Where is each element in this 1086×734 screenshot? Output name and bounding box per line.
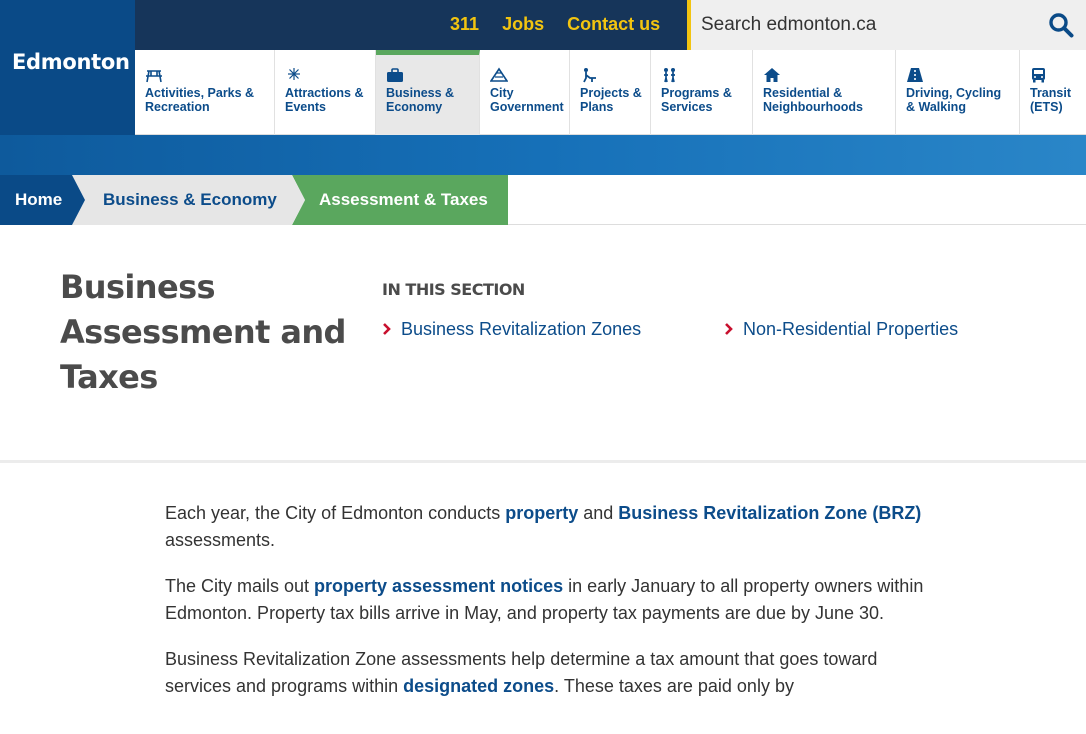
nav-label-line1: City [490,86,514,100]
nav-label-line2: Recreation [145,100,210,114]
picnic-table-icon [146,70,162,83]
link-brz[interactable]: Business Revitalization Zone (BRZ) [618,503,921,523]
nav-driving-cycling-walking[interactable]: Driving, Cycling & Walking [896,50,1020,135]
nav-residential-neighbourhoods[interactable]: Residential & Neighbourhoods [753,50,896,135]
nav-label-line2: Plans [580,100,614,114]
nav-label-line2: Events [285,100,326,114]
page-title-line: Assessment and [60,313,346,351]
paragraph-text: assessments. [165,530,276,550]
nav-label-line1: Residential & [763,86,843,100]
paragraph: Business Revitalization Zone assessments… [165,646,925,700]
hero-banner [0,135,1086,175]
nav-programs-services[interactable]: Programs & Services [651,50,753,135]
nav-city-government[interactable]: City Government [480,50,570,135]
chevron-right-icon [725,322,733,335]
nav-label-line2: Neighbourhoods [763,100,863,114]
paragraph: The City mails out property assessment n… [165,573,925,627]
nav-label-line2: & Walking [906,100,966,114]
house-icon [764,68,780,82]
link-property[interactable]: property [505,503,578,523]
bus-icon [1032,68,1045,83]
paragraph-text: and [578,503,619,523]
nav-label-line1: Activities, Parks & [145,86,255,100]
nav-label-line1: Programs & [661,86,732,100]
main-nav: Activities, Parks & Recreation Attractio… [135,50,1086,135]
link-jobs[interactable]: Jobs [502,14,544,34]
breadcrumb-assessment-taxes[interactable]: Assessment & Taxes [292,175,508,225]
paragraph-text: Each year, the City of Edmonton conducts [165,503,506,523]
breadcrumb-business-economy[interactable]: Business & Economy [72,175,305,225]
nav-label-line1: Attractions & [285,86,364,100]
page-title: Business Assessment and Taxes [60,265,350,400]
nav-business-economy[interactable]: Business & Economy [376,50,480,135]
nav-label-line1: Business & [386,86,455,100]
paragraph-text: . These taxes are paid only by [554,676,794,696]
link-contact-us[interactable]: Contact us [567,14,660,34]
pyramid-icon [490,67,508,82]
utility-bar: 311 Jobs Contact us [135,0,1086,50]
section-link-label: Business Revitalization Zones [401,319,642,339]
nav-transit-ets[interactable]: Transit (ETS) [1020,50,1086,135]
breadcrumb-label: Home [15,190,63,209]
section-link-business-revitalization-zones[interactable]: Business Revitalization Zones [382,319,641,340]
paragraph-text: The City mails out [165,576,315,596]
road-icon [907,68,923,82]
logo-wordmark: Edmonton [12,50,130,74]
people-icon [664,68,675,83]
breadcrumb-home[interactable]: Home [0,175,85,225]
page-header-section: Business Assessment and Taxes IN THIS SE… [0,225,1086,463]
page-title-line: Business [60,268,216,306]
nav-label-line2: (ETS) [1030,100,1063,114]
nav-activities-parks-recreation[interactable]: Activities, Parks & Recreation [135,50,275,135]
link-designated-zones[interactable]: designated zones [403,676,554,696]
breadcrumb-label: Assessment & Taxes [319,190,488,209]
nav-label-line1: Transit [1030,86,1071,100]
main-content: Each year, the City of Edmonton conducts… [165,500,925,719]
page-title-line: Taxes [60,358,158,396]
briefcase-icon [387,68,403,82]
site-logo[interactable]: Edmonton [0,0,135,135]
link-property-assessment-notices[interactable]: property assessment notices [314,576,563,596]
chevron-right-icon [383,322,391,335]
search-box [687,0,1086,50]
link-311[interactable]: 311 [450,14,479,34]
search-input[interactable] [701,11,1031,39]
site-header: Edmonton 311 Jobs Contact us Activities,… [0,0,1086,135]
search-icon[interactable] [1048,12,1074,38]
in-this-section-heading: IN THIS SECTION [382,280,525,299]
nav-label-line2: Government [490,100,564,114]
nav-projects-plans[interactable]: Projects & Plans [570,50,651,135]
nav-label-line2: Services [661,100,713,114]
fireworks-icon [288,68,300,80]
section-link-label: Non-Residential Properties [743,319,959,339]
nav-label-line2: Economy [386,100,443,114]
worker-icon [583,68,596,83]
breadcrumb-label: Business & Economy [103,190,277,209]
nav-attractions-events[interactable]: Attractions & Events [275,50,376,135]
paragraph: Each year, the City of Edmonton conducts… [165,500,925,554]
section-link-non-residential-properties[interactable]: Non-Residential Properties [724,319,958,340]
nav-label-line1: Driving, Cycling [906,86,1002,100]
utility-links: 311 Jobs Contact us [450,14,678,35]
nav-label-line1: Projects & [580,86,642,100]
breadcrumb: Assessment & Taxes Business & Economy Ho… [0,175,1086,225]
